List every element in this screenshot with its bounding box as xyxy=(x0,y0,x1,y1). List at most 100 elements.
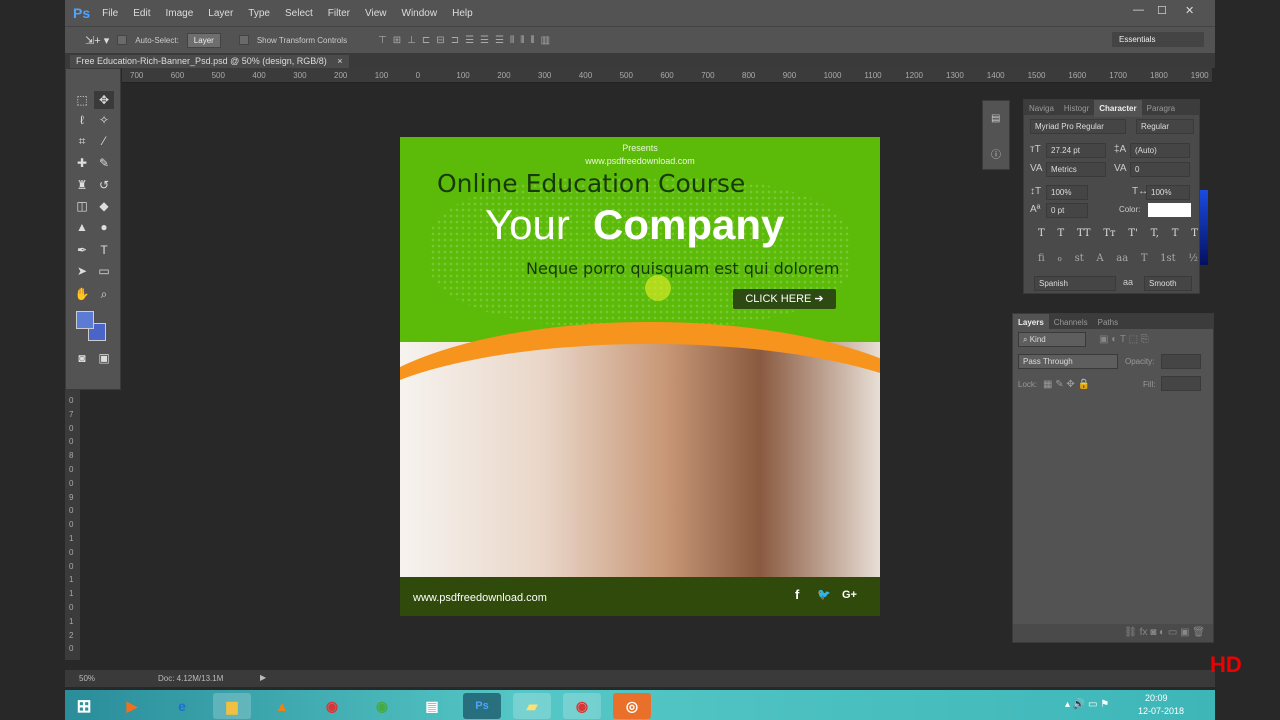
menu-edit[interactable]: Edit xyxy=(133,8,150,19)
layers-footer-buttons[interactable]: ⛓ fx ◙ ◐ ▭ ▣ 🗑 xyxy=(1013,624,1213,642)
foreground-color-swatch[interactable] xyxy=(76,311,94,329)
click-here-button[interactable]: CLICK HERE ➔ xyxy=(733,289,836,309)
tab-navigator[interactable]: Naviga xyxy=(1024,100,1059,117)
maximize-button[interactable]: ☐ xyxy=(1157,4,1167,17)
pen-tool-icon[interactable]: ✒ xyxy=(72,241,92,259)
opentype-button[interactable]: A xyxy=(1096,253,1103,264)
tab-histogram[interactable]: Histogr xyxy=(1059,100,1094,117)
clone-stamp-icon[interactable]: ♜ xyxy=(72,176,92,194)
media-player-icon[interactable]: ▶ xyxy=(113,693,151,719)
blur-tool-icon[interactable]: ▲ xyxy=(72,218,92,236)
vlc-icon[interactable]: ▲ xyxy=(263,693,301,719)
font-size-field[interactable]: 27.24 pt xyxy=(1046,143,1106,158)
menu-window[interactable]: Window xyxy=(402,8,438,19)
opentype-button[interactable]: st xyxy=(1075,253,1084,264)
info-icon[interactable]: ⓘ xyxy=(991,146,1001,161)
sticky-notes-icon[interactable]: ▰ xyxy=(513,693,551,719)
menu-view[interactable]: View xyxy=(365,8,387,19)
internet-explorer-icon[interactable]: e xyxy=(163,693,201,719)
type-style-button[interactable]: T xyxy=(1038,228,1045,239)
clock-date[interactable]: 12-07-2018 xyxy=(1138,706,1184,716)
type-style-button[interactable]: T, xyxy=(1151,228,1159,239)
close-button[interactable]: ✕ xyxy=(1185,4,1194,17)
rectangle-tool-icon[interactable]: ▭ xyxy=(94,262,114,280)
vertical-ruler[interactable]: 0 7 0 0 8 0 0 9 0 0 1 0 0 1 1 0 1 2 0 xyxy=(65,390,80,660)
tracking-field[interactable]: 0 xyxy=(1130,162,1190,177)
vertical-scale-field[interactable]: 100% xyxy=(1046,185,1088,200)
move-tool-icon[interactable]: ⇲+ ▾ xyxy=(85,34,109,47)
type-style-button[interactable]: T xyxy=(1057,228,1064,239)
menu-type[interactable]: Type xyxy=(248,8,270,19)
quick-mask-icon[interactable]: ◙ xyxy=(72,349,92,367)
opentype-button[interactable]: ℴ xyxy=(1057,253,1062,264)
type-style-button[interactable]: T' xyxy=(1128,228,1137,239)
tab-character[interactable]: Character xyxy=(1094,100,1142,117)
menu-layer[interactable]: Layer xyxy=(208,8,233,19)
align-buttons[interactable]: ⊤ ⊞ ⊥ ⊏ ⊟ ⊐ ☰ ☰ ☰ ⫴ ⫴ ⫴ ▥ xyxy=(375,35,553,46)
opacity-field[interactable] xyxy=(1161,354,1201,369)
tab-paragraph[interactable]: Paragra xyxy=(1142,100,1180,117)
photoshop-taskbar-icon[interactable]: Ps xyxy=(463,693,501,719)
opentype-button[interactable]: 1st xyxy=(1160,253,1176,264)
workspace-dropdown[interactable]: Essentials xyxy=(1112,32,1204,47)
hand-tool-icon[interactable]: ✋ xyxy=(72,285,92,303)
antialias-dropdown[interactable]: Smooth xyxy=(1144,276,1192,291)
tab-paths[interactable]: Paths xyxy=(1093,314,1123,331)
type-style-button[interactable]: Tт xyxy=(1103,228,1115,239)
healing-brush-icon[interactable]: ✚ xyxy=(72,154,92,172)
opentype-button[interactable]: T xyxy=(1141,253,1148,264)
opentype-button[interactable]: ½ xyxy=(1188,253,1198,264)
horizontal-ruler[interactable]: 700 600 500 400 300 200 100 0 100 200 300 400 500 600… xyxy=(122,68,1212,83)
properties-icon[interactable]: ▤ xyxy=(991,113,1000,124)
windows-media-center-icon[interactable]: ◉ xyxy=(363,693,401,719)
path-select-icon[interactable]: ➤ xyxy=(72,262,92,280)
minimize-button[interactable]: — xyxy=(1133,4,1144,16)
kerning-field[interactable]: Metrics xyxy=(1046,162,1106,177)
font-family-dropdown[interactable]: Myriad Pro Regular xyxy=(1030,119,1126,134)
crop-tool-icon[interactable]: ⌗ xyxy=(72,132,92,150)
text-color-swatch[interactable] xyxy=(1148,203,1191,217)
zoom-level[interactable]: 50% xyxy=(79,674,95,683)
type-style-button[interactable]: T xyxy=(1191,228,1198,239)
screen-mode-icon[interactable]: ▣ xyxy=(94,349,114,367)
opentype-button[interactable]: aa xyxy=(1116,253,1128,264)
screen-recorder-icon[interactable]: ◎ xyxy=(613,693,651,719)
status-menu-arrow-icon[interactable]: ▶ xyxy=(260,673,266,682)
blend-mode-dropdown[interactable]: Pass Through xyxy=(1018,354,1118,369)
lock-icons[interactable]: ▦ ✎ ✥ 🔒 xyxy=(1043,379,1090,390)
chrome-icon[interactable]: ◉ xyxy=(313,693,351,719)
menu-filter[interactable]: Filter xyxy=(328,8,350,19)
clock-time[interactable]: 20:09 xyxy=(1145,693,1168,703)
menu-file[interactable]: File xyxy=(102,8,118,19)
start-button[interactable]: ⊞ xyxy=(65,693,103,719)
type-style-button[interactable]: T xyxy=(1172,228,1179,239)
eyedropper-icon[interactable]: ⁄ xyxy=(94,132,114,150)
font-style-dropdown[interactable]: Regular xyxy=(1136,119,1194,134)
leading-field[interactable]: (Auto) xyxy=(1130,143,1190,158)
paint-bucket-icon[interactable]: ◆ xyxy=(94,197,114,215)
dodge-tool-icon[interactable]: ● xyxy=(94,218,114,236)
chrome-icon-2[interactable]: ◉ xyxy=(563,693,601,719)
menu-help[interactable]: Help xyxy=(452,8,473,19)
baseline-shift-field[interactable]: 0 pt xyxy=(1046,203,1088,218)
document-icon[interactable]: ▤ xyxy=(413,693,451,719)
auto-select-checkbox[interactable] xyxy=(117,35,128,45)
eraser-icon[interactable]: ◫ xyxy=(72,197,92,215)
language-dropdown[interactable]: Spanish xyxy=(1034,276,1116,291)
marquee-tool-icon[interactable]: ⬚ xyxy=(72,91,92,109)
history-brush-icon[interactable]: ↺ xyxy=(94,176,114,194)
horizontal-scale-field[interactable]: 100% xyxy=(1146,185,1190,200)
file-explorer-icon[interactable]: ▆ xyxy=(213,693,251,719)
tray-icons[interactable]: ▴ 🔊 ▭ ⚑ xyxy=(1065,699,1109,710)
move-tool-icon[interactable]: ✥ xyxy=(94,91,114,109)
filter-icons[interactable]: ▣ ◐ T ⬚ ⎘ xyxy=(1099,334,1149,345)
magic-wand-icon[interactable]: ✧ xyxy=(94,111,114,129)
zoom-tool-icon[interactable]: ⌕ xyxy=(94,285,114,303)
document-tab[interactable]: Free Education-Rich-Banner_Psd.psd @ 50%… xyxy=(70,55,349,68)
show-transform-checkbox[interactable] xyxy=(238,35,249,45)
lasso-tool-icon[interactable]: ℓ xyxy=(72,111,92,129)
menu-select[interactable]: Select xyxy=(285,8,313,19)
fill-field[interactable] xyxy=(1161,376,1201,391)
tab-layers[interactable]: Layers xyxy=(1013,314,1049,331)
type-tool-icon[interactable]: T xyxy=(94,241,114,259)
